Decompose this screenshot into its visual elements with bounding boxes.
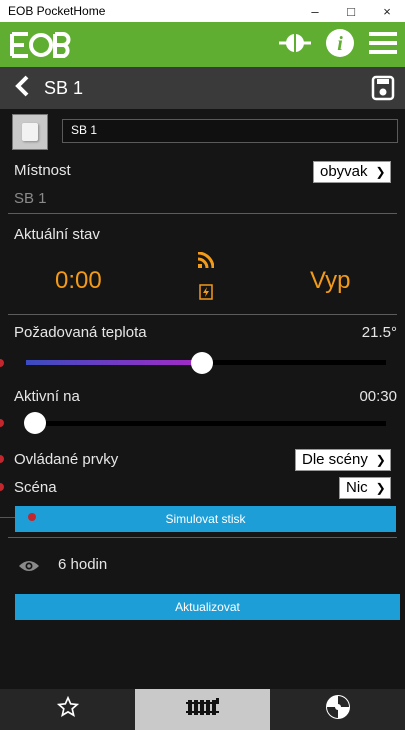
scene-value: Nic <box>346 479 368 496</box>
content-area: SB 1 Místnost obyvak ❯ SB 1 Aktuální sta… <box>0 109 405 689</box>
device-subtitle: SB 1 <box>14 190 47 207</box>
desired-temp-label: Požadovaná teplota <box>14 324 147 341</box>
active-slider-thumb[interactable] <box>24 412 46 434</box>
room-label: Místnost <box>14 162 71 179</box>
window-title: EOB PocketHome <box>8 4 106 18</box>
window-titlebar: EOB PocketHome – □ × <box>0 0 405 22</box>
scene-label: Scéna <box>14 479 57 496</box>
update-button[interactable]: Aktualizovat <box>15 594 400 620</box>
active-slider-track[interactable] <box>26 421 386 426</box>
radiator-icon <box>185 697 220 722</box>
simulate-press-button[interactable]: Simulovat stisk <box>15 506 396 532</box>
device-thumbnail[interactable] <box>12 114 48 150</box>
menu-icon[interactable] <box>369 30 397 61</box>
indicator-dot <box>0 359 4 367</box>
controlled-elements-label: Ovládané prvky <box>14 451 119 468</box>
minimize-button[interactable]: – <box>297 4 333 19</box>
chevron-down-icon: ❯ <box>375 481 386 495</box>
tab-favorites[interactable] <box>0 689 135 730</box>
eob-logo <box>10 30 72 65</box>
maximize-button[interactable]: □ <box>333 4 369 19</box>
active-value: 00:30 <box>359 388 397 405</box>
indicator-dot <box>0 419 4 427</box>
controlled-elements-value: Dle scény <box>302 451 368 468</box>
device-name-field[interactable]: SB 1 <box>62 119 398 143</box>
scene-select[interactable]: Nic ❯ <box>339 477 391 499</box>
signal-icon <box>197 251 215 273</box>
controlled-elements-select[interactable]: Dle scény ❯ <box>295 449 391 471</box>
close-button[interactable]: × <box>369 4 405 19</box>
room-select-value: obyvak <box>320 163 368 180</box>
room-select[interactable]: obyvak ❯ <box>313 161 391 183</box>
battery-icon <box>199 284 213 305</box>
tab-heating[interactable] <box>135 689 270 730</box>
status-time: 0:00 <box>55 267 102 294</box>
page-header: SB 1 <box>0 67 405 109</box>
info-icon[interactable]: i <box>325 28 355 63</box>
back-chevron-icon[interactable] <box>14 75 30 103</box>
save-icon[interactable] <box>371 75 395 106</box>
chevron-down-icon: ❯ <box>375 165 386 179</box>
device-name-value: SB 1 <box>71 123 98 137</box>
active-label: Aktivní na <box>14 388 80 405</box>
current-status-label: Aktuální stav <box>14 226 100 243</box>
divider <box>8 213 397 214</box>
temp-slider-thumb[interactable] <box>191 352 213 374</box>
eye-icon[interactable] <box>18 559 40 578</box>
page-title: SB 1 <box>44 78 84 98</box>
history-value: 6 hodin <box>58 556 108 573</box>
connection-icon[interactable] <box>279 31 311 60</box>
divider <box>8 537 397 538</box>
indicator-dot <box>0 483 4 491</box>
svg-text:i: i <box>337 33 343 55</box>
bottom-tab-bar <box>0 689 405 730</box>
gauge-icon <box>325 694 351 725</box>
desired-temp-value: 21.5° <box>361 324 397 341</box>
tab-dashboard[interactable] <box>270 689 405 730</box>
divider <box>8 314 397 315</box>
indicator-dot <box>0 455 4 463</box>
chevron-down-icon: ❯ <box>375 453 386 467</box>
connector-dot <box>28 513 36 521</box>
temp-slider-fill <box>26 360 202 365</box>
star-icon <box>56 695 79 723</box>
status-state: Vyp <box>310 267 351 294</box>
app-bar: i <box>0 22 405 67</box>
